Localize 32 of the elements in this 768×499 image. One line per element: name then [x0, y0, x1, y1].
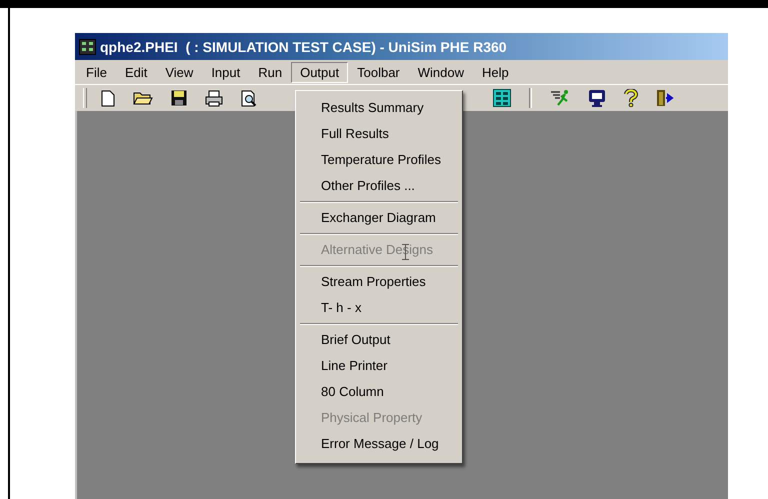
menu-item[interactable]: Toolbar — [348, 62, 409, 82]
monitor-icon[interactable] — [588, 89, 606, 107]
menu-option[interactable]: Other Profiles ... — [296, 173, 462, 199]
menu-option[interactable]: Full Results — [296, 121, 462, 147]
app-icon — [79, 38, 96, 54]
menu-option[interactable]: Brief Output — [296, 327, 462, 353]
menu-option[interactable]: Results Summary — [296, 95, 462, 121]
print-preview-icon[interactable] — [241, 90, 257, 106]
open-folder-icon[interactable] — [133, 90, 153, 106]
save-icon[interactable] — [171, 90, 187, 106]
exit-door-icon[interactable] — [656, 89, 674, 107]
new-file-icon[interactable] — [101, 90, 115, 106]
print-icon[interactable] — [205, 90, 223, 106]
menu-option[interactable]: Stream Properties — [296, 269, 462, 295]
menu-item[interactable]: Output — [291, 62, 348, 82]
menu-item[interactable]: Help — [473, 62, 518, 82]
menu-item[interactable]: File — [77, 62, 116, 82]
menu-option[interactable]: Temperature Profiles — [296, 147, 462, 173]
menu-option[interactable]: Line Printer — [296, 353, 462, 379]
menu-item[interactable]: Input — [202, 62, 250, 82]
menu-option[interactable]: Exchanger Diagram — [296, 205, 462, 231]
list-icon[interactable] — [493, 89, 511, 107]
help-icon[interactable] — [624, 89, 638, 107]
menu-option[interactable]: 80 Column — [296, 379, 462, 405]
menu-item[interactable]: Run — [249, 62, 292, 82]
menu-item[interactable]: View — [156, 62, 202, 82]
menu-option[interactable]: T- h - x — [296, 295, 462, 321]
menu-item[interactable]: Window — [408, 62, 474, 82]
running-figure-icon[interactable] — [550, 89, 570, 107]
menu-item[interactable]: Edit — [116, 62, 156, 82]
menu-option[interactable]: Error Message / Log — [296, 431, 462, 457]
window-title: qphe2.PHEI ( : SIMULATION TEST CASE) - UniSim PHE R360 — [100, 38, 507, 54]
